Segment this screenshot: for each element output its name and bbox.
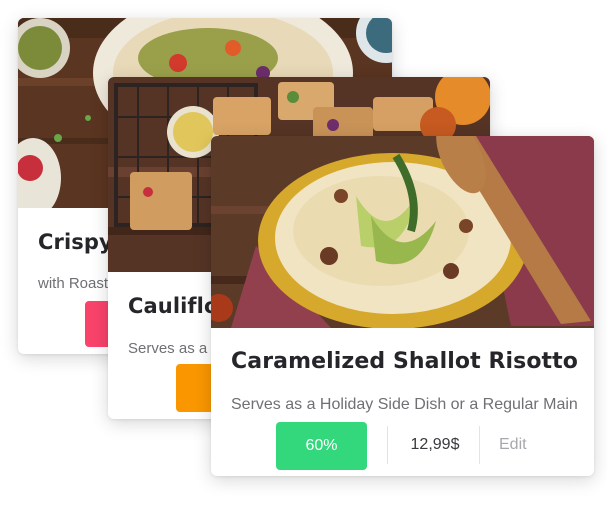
divider bbox=[387, 426, 388, 464]
recipe-title: Cauliflo bbox=[128, 294, 219, 318]
divider bbox=[479, 426, 480, 464]
recipe-photo-risotto bbox=[211, 136, 594, 328]
recipe-card-risotto[interactable]: Caramelized Shallot Risotto Serves as a … bbox=[211, 136, 594, 476]
discount-badge-button[interactable]: 60% bbox=[276, 422, 367, 470]
recipe-subtitle: Serves as a Holiday Side Dish or a Regul… bbox=[231, 396, 578, 413]
recipe-subtitle: Serves as a bbox=[128, 340, 208, 357]
recipe-subtitle: with Roast bbox=[38, 275, 109, 292]
recipe-title: Crispy bbox=[38, 230, 113, 254]
edit-link[interactable]: Edit bbox=[499, 436, 527, 454]
recipe-title: Caramelized Shallot Risotto bbox=[231, 349, 579, 374]
price-label: 12,99$ bbox=[410, 436, 460, 453]
